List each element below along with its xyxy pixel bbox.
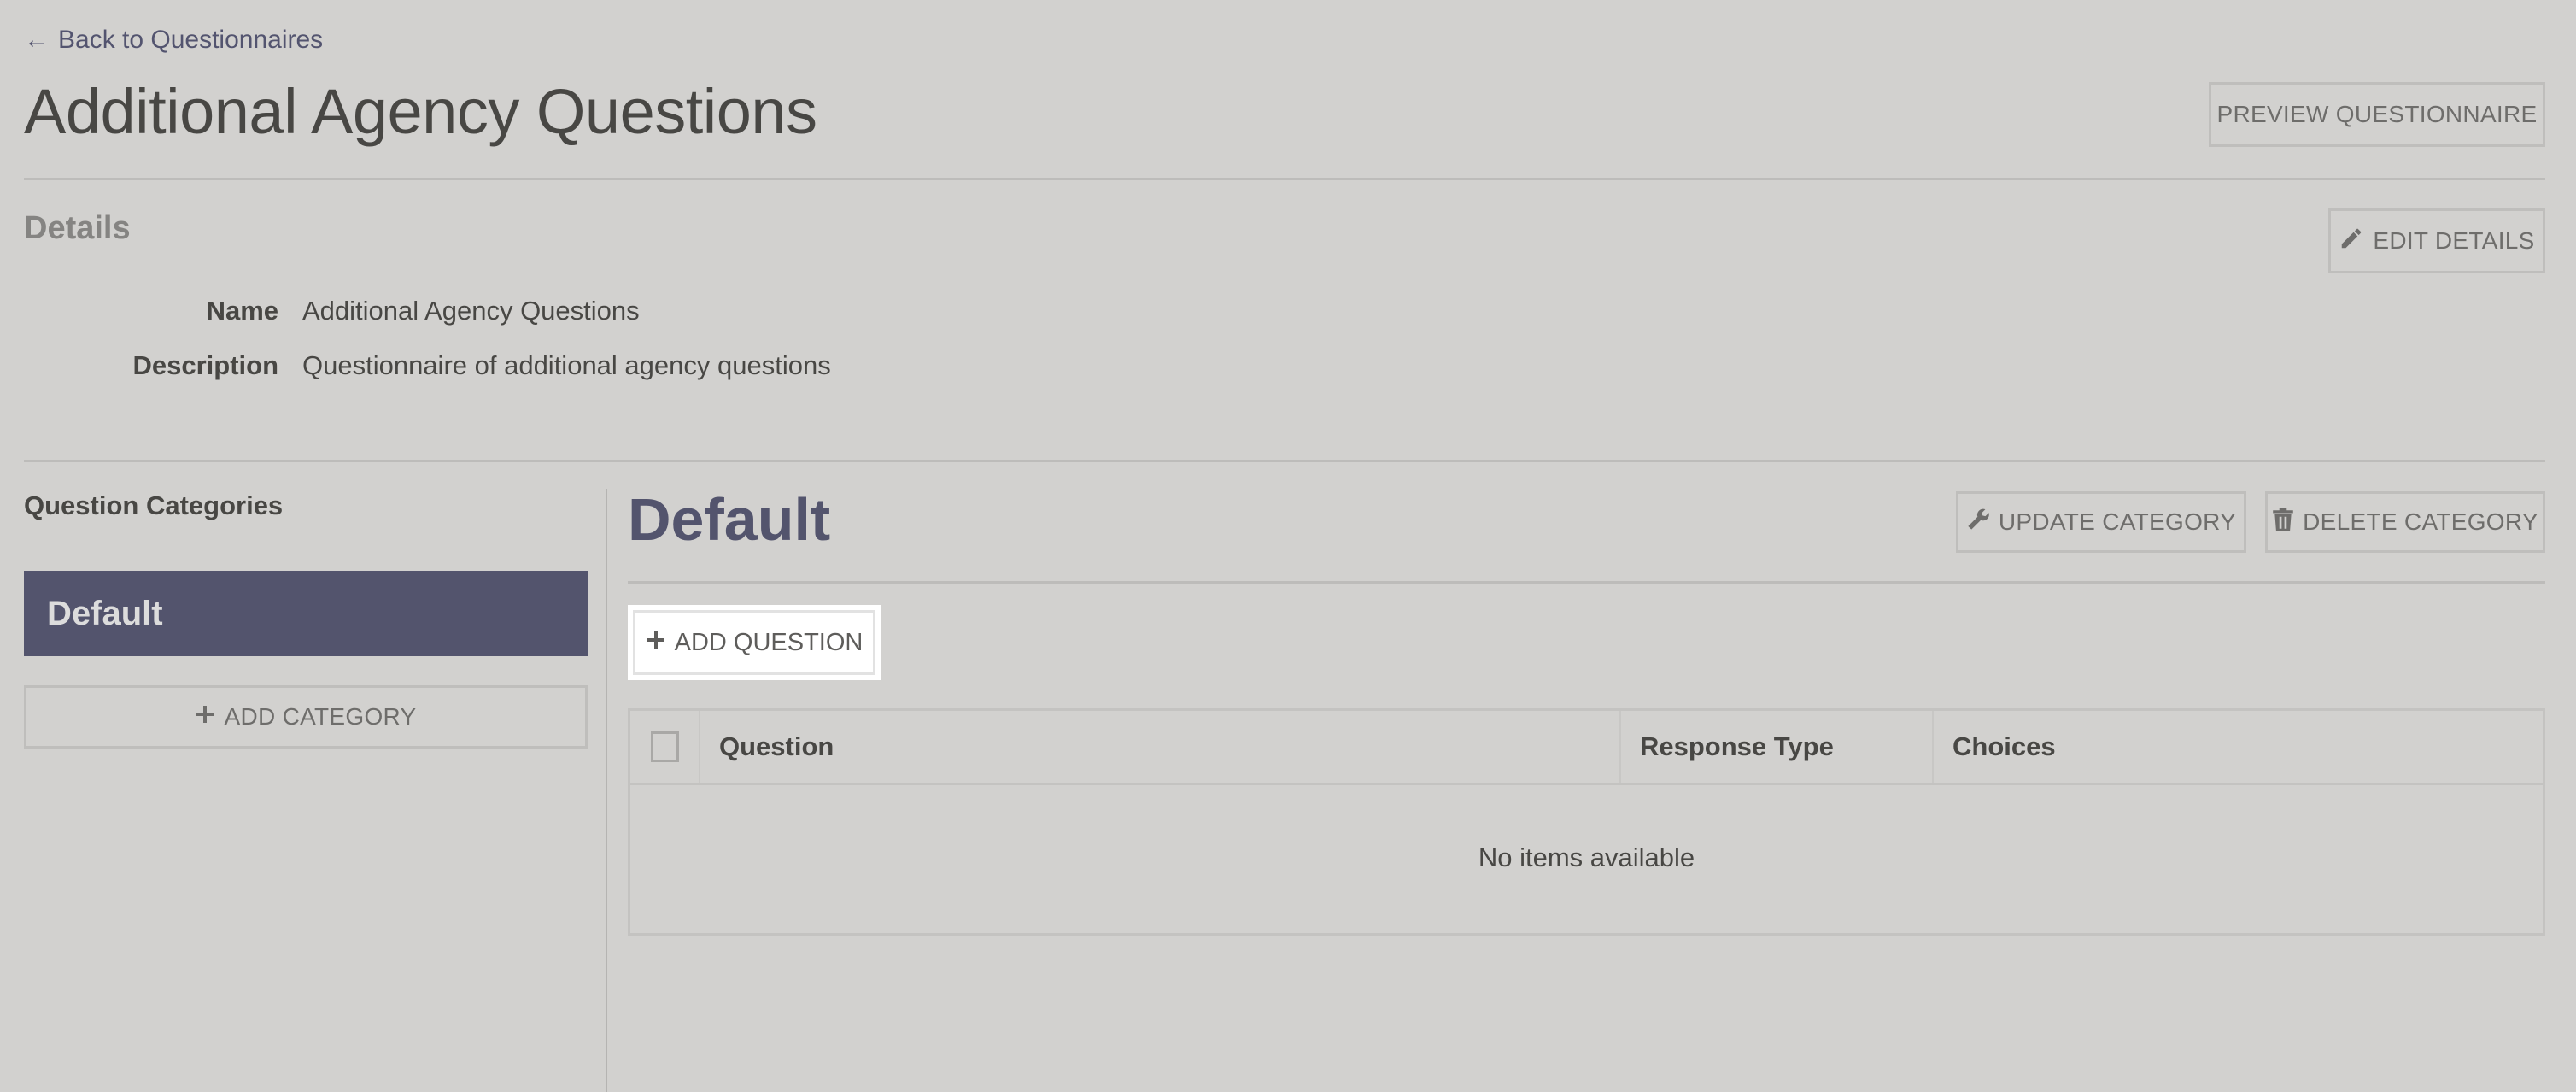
delete-category-button[interactable]: DELETE CATEGORY — [2265, 491, 2545, 553]
trash-icon — [2272, 507, 2294, 538]
detail-label: Description — [132, 350, 278, 380]
page-title: Additional Agency Questions — [24, 76, 817, 147]
detail-row-description: Description Questionnaire of additional … — [24, 350, 831, 381]
preview-questionnaire-button[interactable]: PREVIEW QUESTIONNAIRE — [2209, 82, 2545, 147]
detail-label: Name — [206, 296, 278, 326]
column-header-label: Response Type — [1640, 731, 1834, 761]
divider — [24, 178, 2545, 180]
select-all-cell — [630, 711, 700, 783]
divider — [24, 460, 2545, 462]
update-category-button[interactable]: UPDATE CATEGORY — [1956, 491, 2246, 553]
question-categories-heading: Question Categories — [24, 490, 284, 520]
plus-icon — [646, 629, 666, 657]
add-category-button[interactable]: ADD CATEGORY — [24, 685, 588, 749]
detail-row-name: Name Additional Agency Questions — [24, 296, 640, 326]
column-header-question[interactable]: Question — [700, 711, 1621, 783]
plus-icon — [195, 703, 215, 731]
table-header: Question Response Type Choices — [630, 711, 2543, 785]
add-category-label: ADD CATEGORY — [224, 703, 417, 730]
back-link-label: Back to Questionnaires — [58, 26, 324, 54]
category-title: Default — [628, 486, 831, 553]
empty-state: No items available — [630, 785, 2543, 931]
wrench-icon — [1966, 507, 1990, 538]
add-question-button[interactable]: ADD QUESTION — [633, 610, 875, 675]
column-header-response-type[interactable]: Response Type — [1621, 711, 1934, 783]
category-item-label: Default — [47, 594, 163, 632]
questionnaire-page: ← Back to Questionnaires Additional Agen… — [0, 0, 2576, 1092]
column-header-label: Choices — [1952, 731, 2056, 761]
edit-details-button[interactable]: EDIT DETAILS — [2328, 208, 2545, 273]
edit-details-label: EDIT DETAILS — [2373, 227, 2535, 254]
divider — [628, 581, 2545, 584]
add-question-focus-ring: ADD QUESTION — [628, 605, 881, 680]
details-heading: Details — [24, 210, 131, 246]
empty-message: No items available — [1478, 842, 1695, 872]
column-header-choices[interactable]: Choices — [1934, 711, 2543, 783]
delete-category-label: DELETE CATEGORY — [2303, 508, 2538, 535]
detail-value: Additional Agency Questions — [302, 296, 640, 326]
detail-value: Questionnaire of additional agency quest… — [302, 350, 831, 380]
update-category-label: UPDATE CATEGORY — [1998, 508, 2237, 535]
sidebar-divider — [606, 489, 607, 1092]
questions-table: Question Response Type Choices No items … — [628, 708, 2545, 936]
column-header-label: Question — [719, 731, 834, 761]
preview-button-label: PREVIEW QUESTIONNAIRE — [2216, 101, 2538, 127]
back-to-questionnaires-link[interactable]: ← Back to Questionnaires — [24, 26, 323, 55]
pencil-icon — [2339, 226, 2364, 257]
category-item-default[interactable]: Default — [24, 571, 588, 656]
arrow-left-icon: ← — [24, 26, 50, 54]
select-all-checkbox[interactable] — [651, 731, 679, 762]
add-question-label: ADD QUESTION — [674, 628, 864, 656]
